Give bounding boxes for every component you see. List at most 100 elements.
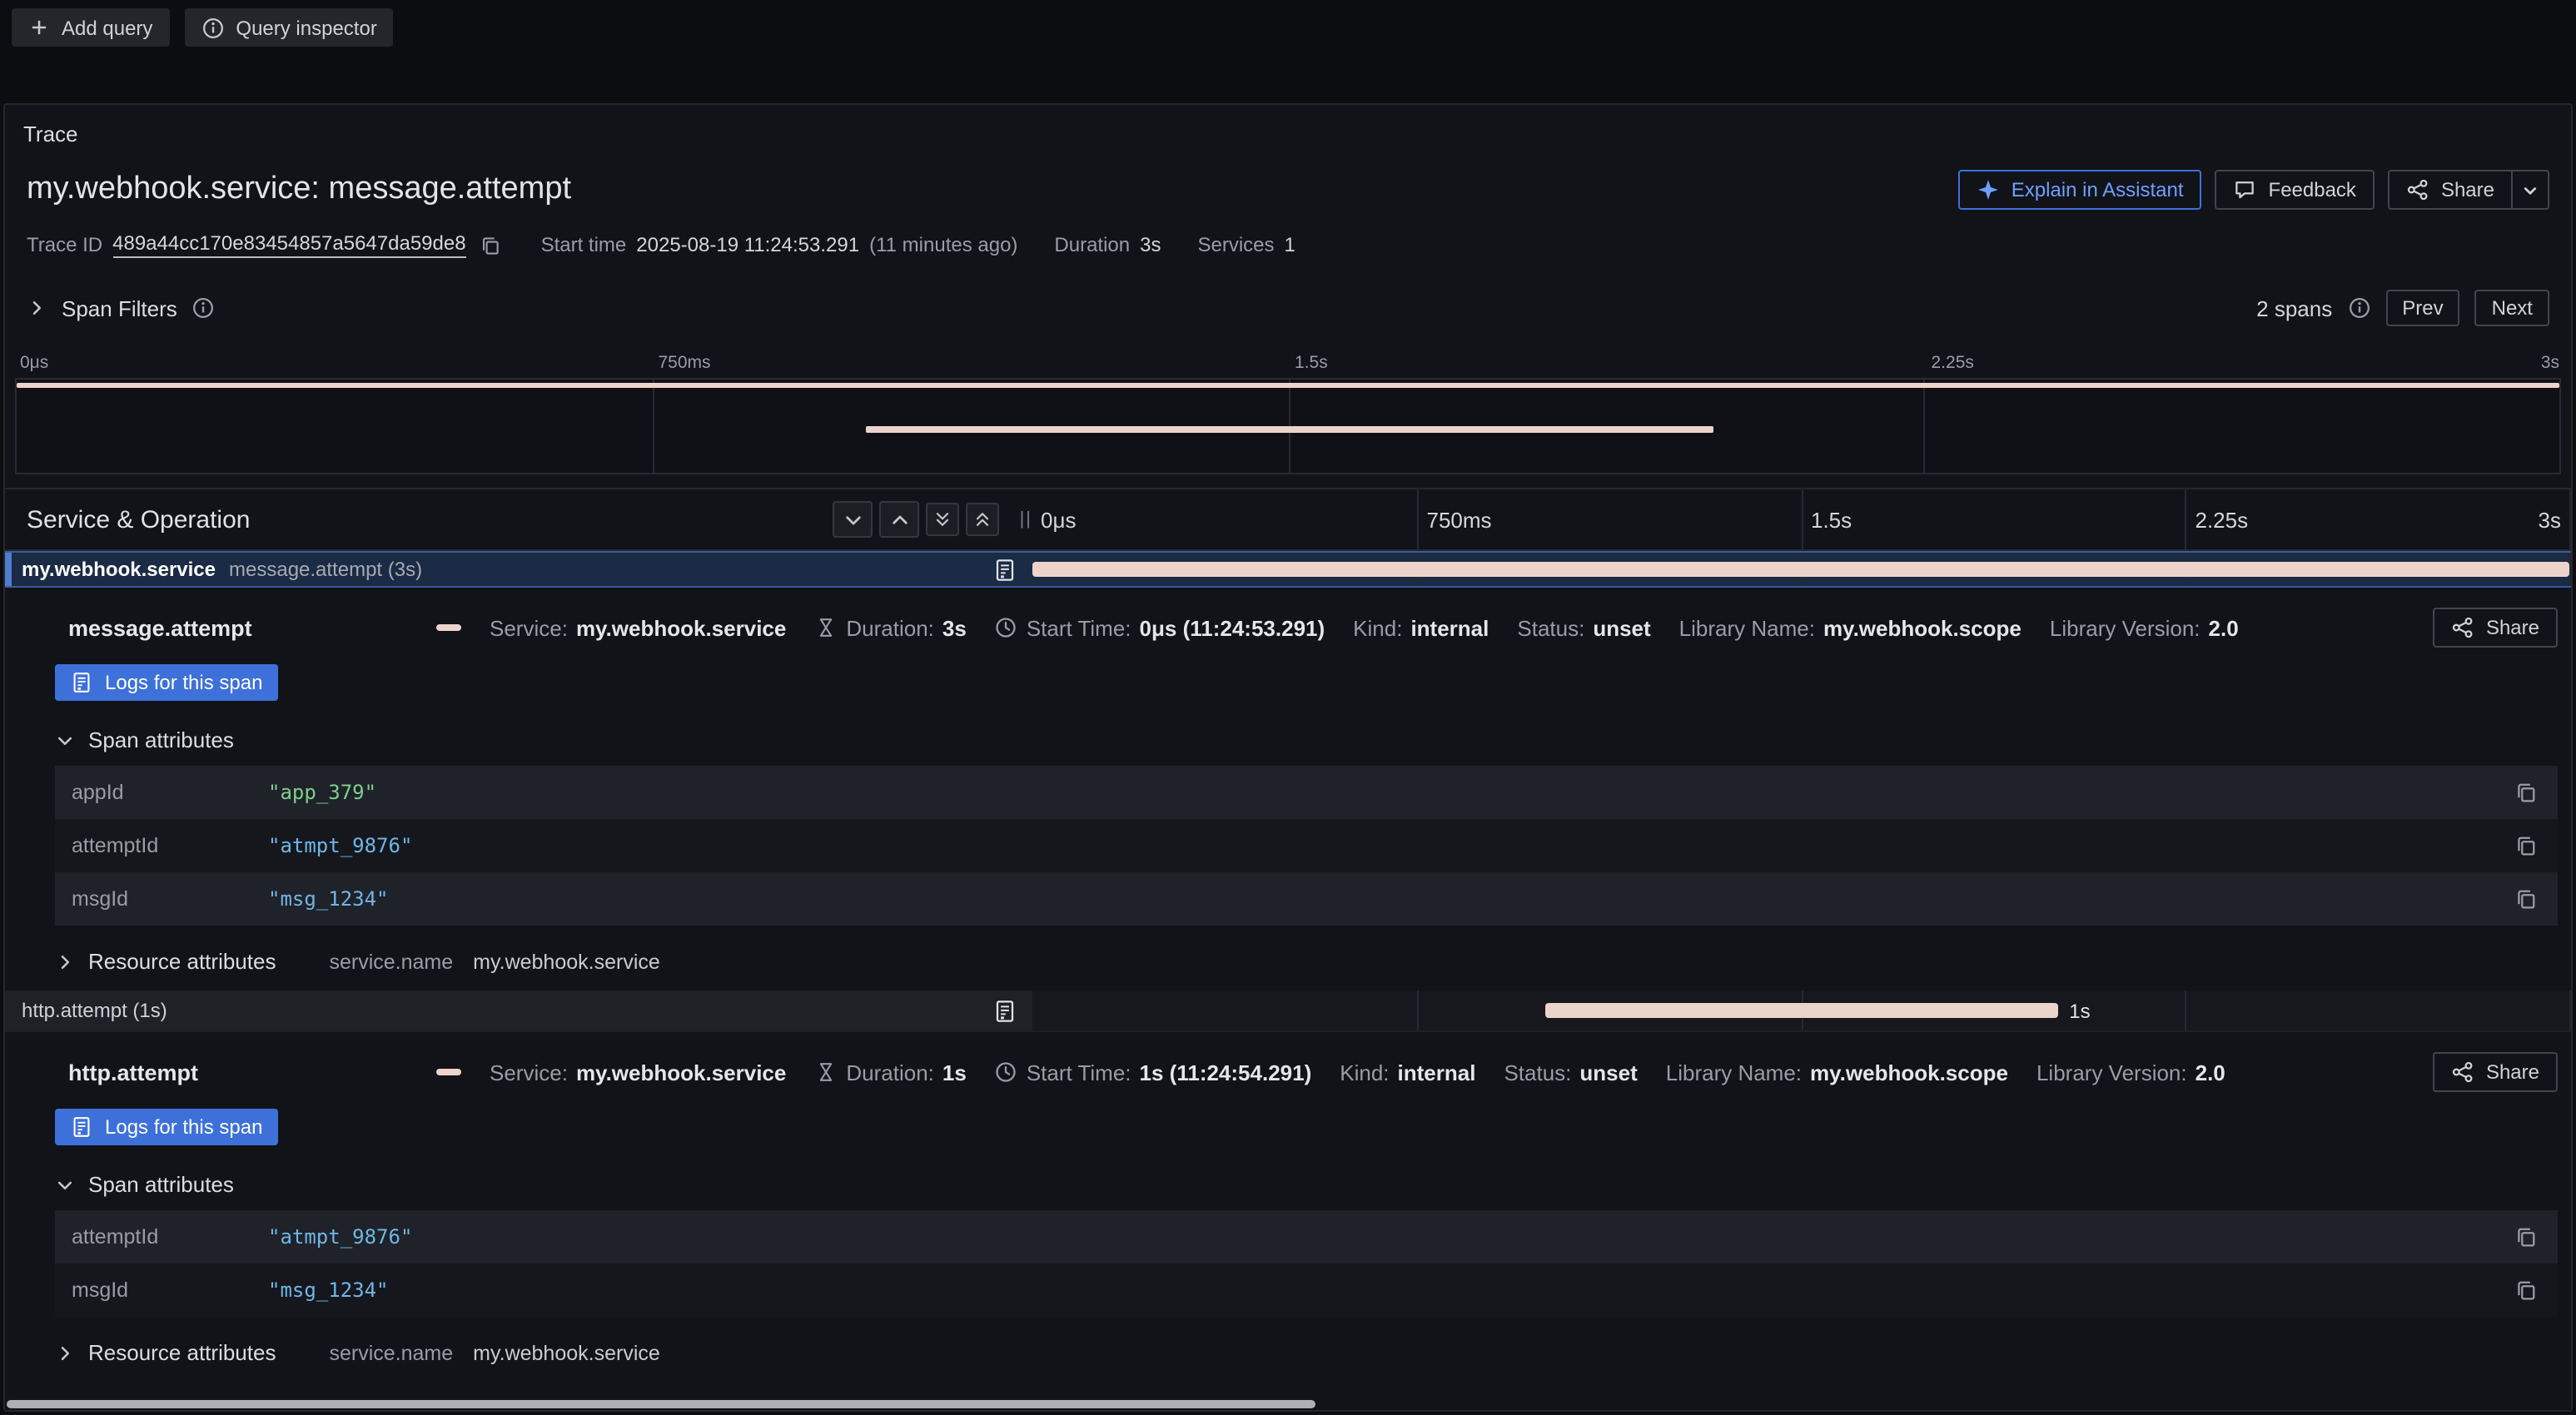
info-circle-icon [201, 16, 224, 39]
prev-span-button[interactable]: Prev [2385, 290, 2459, 326]
collapse-all-button[interactable] [927, 503, 960, 536]
span-attributes-table: appId "app_379" attemptId "atmpt_9876" m… [55, 766, 2558, 926]
query-toolbar: Add query Query inspector [0, 0, 2576, 55]
span-share-button[interactable]: Share [2433, 1052, 2558, 1092]
attribute-value: "atmpt_9876" [268, 1225, 412, 1249]
minimap-tick: 750ms [659, 353, 711, 373]
logs-icon [992, 998, 1017, 1023]
attribute-row: attemptId "atmpt_9876" [55, 819, 2558, 872]
copy-icon [2514, 781, 2538, 804]
span-attributes-table: attemptId "atmpt_9876" msgId "msg_1234" [55, 1210, 2558, 1317]
info-circle-icon[interactable] [192, 296, 216, 320]
start-time-label: Start time [541, 233, 627, 256]
copy-attribute-button[interactable] [2511, 831, 2541, 861]
field-duration: Duration: 3s [814, 615, 966, 640]
span-operation-name: http.attempt (1s) [22, 999, 167, 1022]
field-value: 1s (11:24:54.291) [1140, 1060, 1312, 1085]
field-value: my.webhook.scope [1810, 1060, 2008, 1085]
trace-heading: my.webhook.service: message.attempt [27, 171, 571, 208]
comment-icon [2234, 178, 2257, 201]
plus-icon [28, 17, 50, 38]
query-inspector-button[interactable]: Query inspector [184, 8, 393, 47]
share-icon [2406, 178, 2429, 201]
span-bar-message-attempt[interactable] [1032, 562, 2569, 577]
next-span-button[interactable]: Next [2475, 290, 2549, 326]
copy-attribute-button[interactable] [2511, 777, 2541, 807]
field-label: Status: [1504, 1060, 1571, 1085]
field-value: my.webhook.service [576, 615, 786, 640]
span-filters-toggle[interactable]: Span Filters [27, 295, 216, 320]
trace-app: Add query Query inspector Trace my.webho… [0, 0, 2576, 1415]
span-detail-message-attempt: message.attempt Service: my.webhook.serv… [5, 588, 2571, 990]
span-row-http-attempt[interactable]: http.attempt (1s) 1s [5, 990, 2571, 1032]
span-attributes-label: Span attributes [88, 727, 234, 752]
attribute-key: appId [72, 781, 268, 804]
add-query-button[interactable]: Add query [12, 8, 169, 47]
field-value: 0μs (11:24:53.291) [1140, 615, 1325, 640]
span-color-swatch [436, 624, 461, 631]
trace-minimap[interactable] [15, 378, 2561, 474]
attribute-value: "app_379" [268, 781, 376, 804]
attribute-key: attemptId [72, 834, 268, 857]
trace-id-label: Trace ID [27, 233, 102, 256]
resource-attributes-toggle[interactable]: Resource attributes service.name my.webh… [55, 1340, 2558, 1365]
expand-all-button[interactable] [967, 503, 1000, 536]
field-status: Status: unset [1504, 1060, 1637, 1085]
span-row-timeline: 1s [1032, 990, 2571, 1030]
row-logs-button[interactable] [992, 998, 1017, 1023]
share-button[interactable]: Share [2388, 170, 2513, 210]
copy-icon [2514, 887, 2538, 911]
field-library-name: Library Name: my.webhook.scope [1679, 615, 2022, 640]
copy-icon [2514, 1225, 2538, 1249]
field-kind: Kind: internal [1340, 1060, 1475, 1085]
share-icon [2451, 616, 2474, 639]
expand-one-button[interactable] [880, 501, 920, 538]
share-dropdown-button[interactable] [2513, 170, 2549, 210]
span-row-left: http.attempt (1s) [5, 990, 1032, 1030]
panel-title[interactable]: Trace [5, 105, 2571, 148]
span-operation-name: message.attempt (3s) [229, 558, 422, 581]
field-value: internal [1398, 1060, 1476, 1085]
copy-attribute-button[interactable] [2511, 1222, 2541, 1252]
minimap-tick: 0μs [20, 353, 48, 373]
span-share-button[interactable]: Share [2433, 608, 2558, 648]
column-resize-handle[interactable]: || [1020, 509, 1032, 529]
sparkle-icon [1977, 178, 2000, 201]
span-attributes-toggle[interactable]: Span attributes [55, 727, 2558, 752]
span-detail-header: message.attempt Service: my.webhook.serv… [55, 608, 2558, 648]
copy-attribute-button[interactable] [2511, 884, 2541, 914]
info-circle-icon[interactable] [2347, 296, 2370, 320]
share-label: Share [2486, 1060, 2539, 1084]
chevron-right-icon [27, 298, 47, 318]
resource-value: my.webhook.service [473, 1341, 660, 1364]
horizontal-scrollbar[interactable] [7, 1400, 1315, 1408]
service-operation-title: Service & Operation [27, 505, 250, 534]
explain-in-assistant-button[interactable]: Explain in Assistant [1958, 170, 2202, 210]
row-logs-button[interactable] [992, 557, 1017, 582]
copy-attribute-button[interactable] [2511, 1275, 2541, 1305]
collapse-one-button[interactable] [833, 501, 873, 538]
span-row-message-attempt[interactable]: my.webhook.service message.attempt (3s) [5, 551, 2571, 588]
field-duration: Duration: 1s [814, 1060, 966, 1085]
minimap-tick: 2.25s [1932, 353, 1974, 373]
attribute-row: attemptId "atmpt_9876" [55, 1210, 2558, 1264]
timeline-tick: 0μs [1041, 508, 1076, 533]
duration-label: Duration [1054, 233, 1130, 256]
copy-trace-id-button[interactable] [476, 231, 505, 259]
span-filters-row: Span Filters 2 spans Prev Next [27, 288, 2549, 328]
feedback-button[interactable]: Feedback [2215, 170, 2375, 210]
chevron-down-icon [843, 509, 864, 530]
span-detail-http-attempt: http.attempt Service: my.webhook.service… [5, 1032, 2571, 1382]
resource-attributes-label: Resource attributes [88, 1340, 276, 1365]
services-value: 1 [1285, 233, 1295, 256]
span-bar-http-attempt[interactable]: 1s [1546, 1003, 2058, 1018]
logs-for-span-button[interactable]: Logs for this span [55, 664, 277, 701]
span-attributes-toggle[interactable]: Span attributes [55, 1172, 2558, 1197]
field-label: Library Version: [2036, 1060, 2187, 1085]
field-label: Service: [490, 1060, 568, 1085]
field-label: Duration: [846, 1060, 934, 1085]
timeline-header-left: Service & Operation || [5, 489, 1032, 549]
logs-for-span-button[interactable]: Logs for this span [55, 1109, 277, 1145]
resource-attributes-toggle[interactable]: Resource attributes service.name my.webh… [55, 949, 2558, 974]
minimap-gridline [1924, 380, 1926, 473]
